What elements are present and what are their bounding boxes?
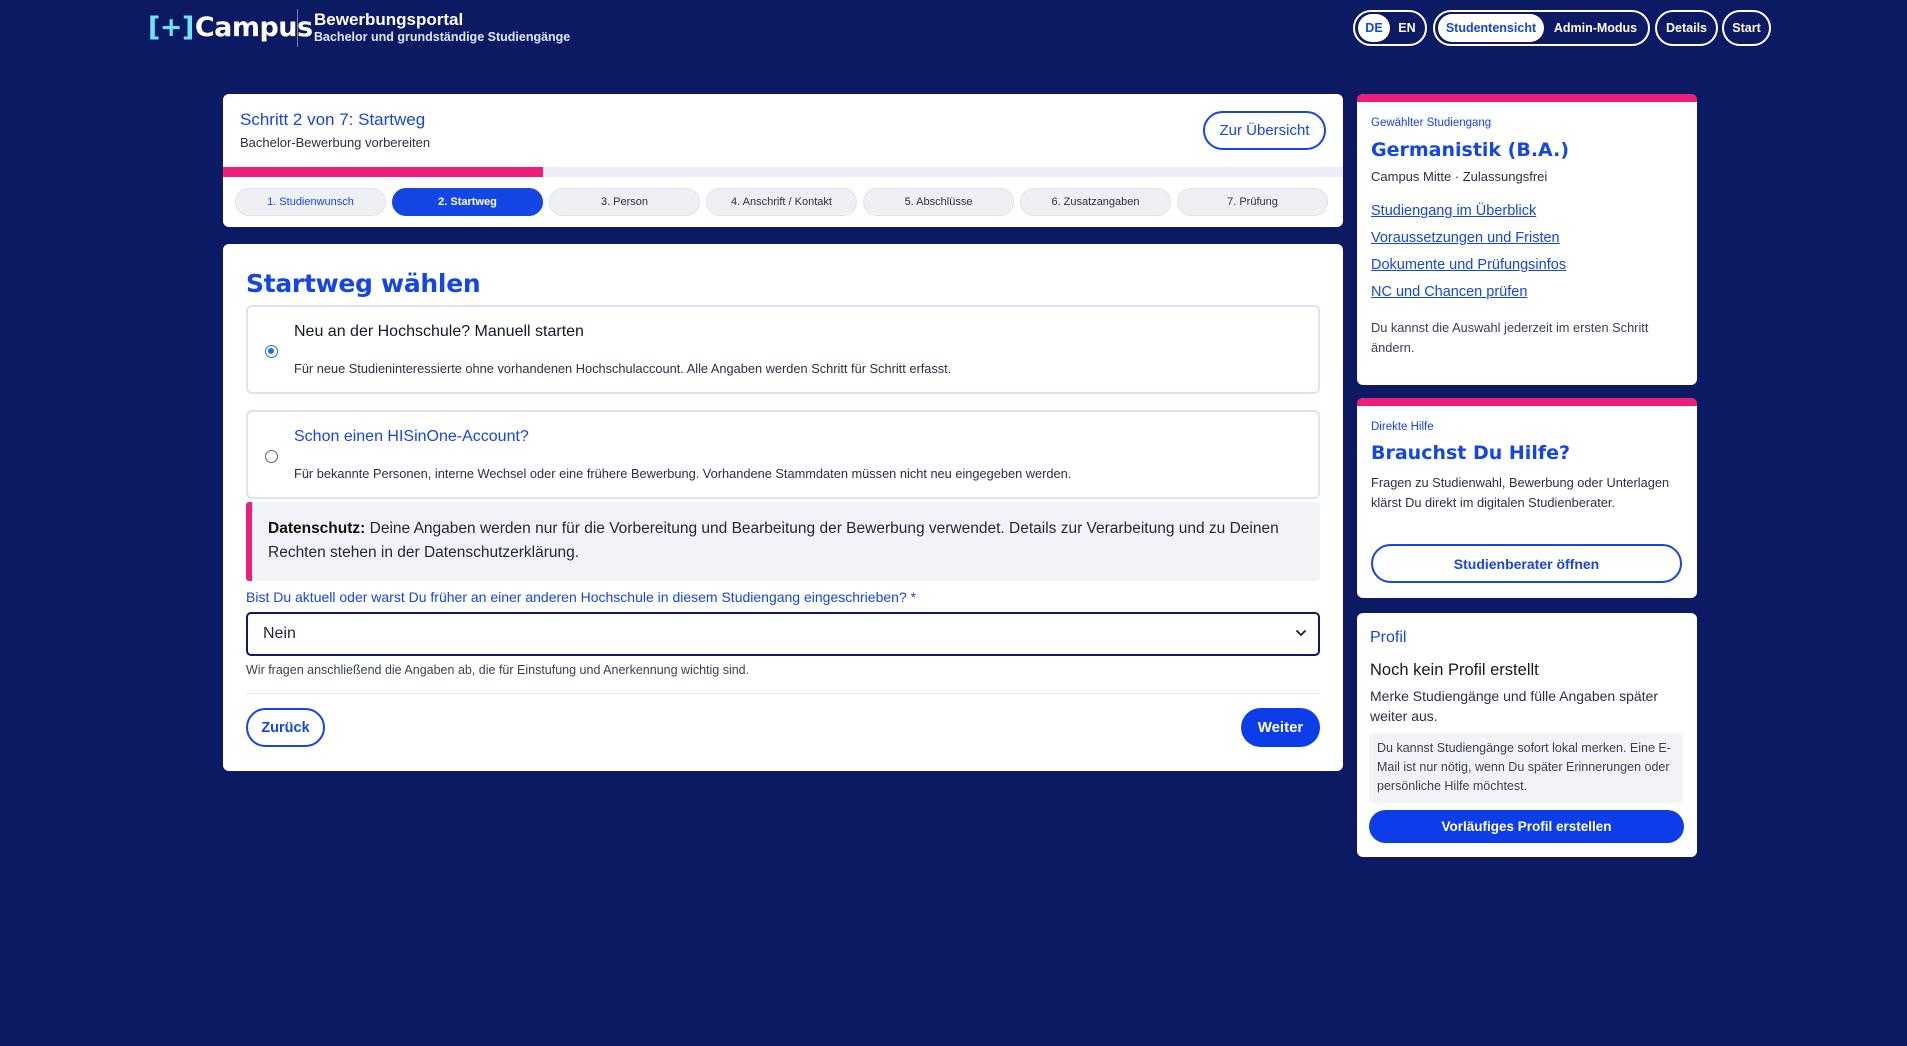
top-bar: [+] Campus Bewerbungsportal Bachelor und… [0, 0, 1907, 60]
step-tab-studienwunsch[interactable]: 1. Studienwunsch [235, 188, 386, 216]
selected-program-card: Gewählter Studiengang Germanistik (B.A.)… [1357, 94, 1697, 385]
details-button[interactable]: Details [1655, 10, 1718, 46]
step-tab-person[interactable]: 3. Person [549, 188, 700, 216]
radio-manual-start[interactable] [265, 345, 278, 358]
card-accent-bar [1357, 398, 1697, 406]
student-view-button[interactable]: Studentensicht [1438, 14, 1544, 42]
profile-title: Noch kein Profil erstellt [1370, 661, 1539, 679]
enrollment-hint: Wir fragen anschließend die Angaben ab, … [246, 663, 750, 677]
help-text: Fragen zu Studienwahl, Bewerbung oder Un… [1371, 475, 1670, 510]
profile-card: Profil Noch kein Profil erstellt Merke S… [1357, 613, 1697, 857]
logo-word: Campus [194, 12, 313, 43]
option-hisinone-account[interactable]: Schon einen HISinOne-Account? Für bekann… [246, 410, 1320, 499]
step-card: Schritt 2 von 7: Startweg Bachelor-Bewer… [223, 94, 1343, 227]
program-meta: Campus Mitte · Zulassungsfrei [1371, 169, 1548, 184]
step-tabs: 1. Studienwunsch 2. Startweg 3. Person 4… [235, 188, 1328, 216]
privacy-notice: Datenschutz: Deine Angaben werden nur fü… [246, 502, 1320, 581]
language-switch: DE EN [1353, 10, 1427, 46]
view-switch: Studentensicht Admin-Modus [1433, 10, 1650, 46]
program-note: Du kannst die Auswahl jederzeit im erste… [1371, 320, 1649, 355]
next-button[interactable]: Weiter [1241, 708, 1320, 747]
start-button[interactable]: Start [1722, 10, 1771, 46]
privacy-text: Deine Angaben werden nur für die Vorbere… [268, 520, 1279, 561]
link-nc-chances[interactable]: NC und Chancen prüfen [1371, 284, 1527, 300]
step-tab-zusatzangaben[interactable]: 6. Zusatzangaben [1020, 188, 1171, 216]
progress-fill [223, 167, 543, 177]
admin-mode-button[interactable]: Admin-Modus [1546, 14, 1645, 42]
step-tab-abschluesse[interactable]: 5. Abschlüsse [863, 188, 1014, 216]
step-subtitle: Bachelor-Bewerbung vorbereiten [240, 135, 431, 150]
logo-mark: [+] [148, 12, 194, 43]
help-card: Direkte Hilfe Brauchst Du Hilfe? Fragen … [1357, 398, 1697, 598]
link-documents-exam-info[interactable]: Dokumente und Prüfungsinfos [1371, 257, 1566, 273]
program-title: Germanistik (B.A.) [1371, 139, 1570, 161]
open-advisor-button[interactable]: Studienberater öffnen [1371, 544, 1682, 583]
enrollment-question-label: Bist Du aktuell oder warst Du früher an … [246, 589, 917, 605]
lang-en-button[interactable]: EN [1392, 14, 1422, 42]
option-title: Schon einen HISinOne-Account? [294, 428, 529, 445]
step-tab-startweg[interactable]: 2. Startweg [392, 188, 543, 216]
startweg-form-card: Startweg wählen Neu an der Hochschule? M… [223, 244, 1343, 771]
privacy-label: Datenschutz: [268, 520, 366, 537]
progress-bar [223, 167, 1343, 177]
form-heading: Startweg wählen [246, 269, 481, 298]
profile-info-box: Du kannst Studiengänge sofort lokal merk… [1369, 733, 1683, 803]
portal-subtitle: Bachelor und grundständige Studiengänge [314, 30, 571, 44]
create-profile-button[interactable]: Vorläufiges Profil erstellen [1369, 810, 1684, 843]
link-requirements-deadlines[interactable]: Voraussetzungen und Fristen [1371, 230, 1560, 246]
option-title: Neu an der Hochschule? Manuell starten [294, 323, 584, 340]
chevron-down-icon [1296, 630, 1306, 636]
header-divider [297, 9, 298, 47]
profile-text: Merke Studiengänge und fülle Angaben spä… [1370, 688, 1658, 724]
step-tab-pruefung[interactable]: 7. Prüfung [1177, 188, 1328, 216]
form-divider [246, 693, 1320, 694]
option-manual-start[interactable]: Neu an der Hochschule? Manuell starten F… [246, 305, 1320, 394]
back-button[interactable]: Zurück [246, 708, 325, 747]
program-kicker: Gewählter Studiengang [1371, 117, 1492, 129]
step-title: Schritt 2 von 7: Startweg [240, 110, 426, 129]
campus-logo[interactable]: [+] Campus [148, 12, 313, 43]
portal-title: Bewerbungsportal [314, 10, 464, 29]
help-kicker: Direkte Hilfe [1371, 421, 1434, 433]
overview-button[interactable]: Zur Übersicht [1203, 111, 1326, 150]
link-program-overview[interactable]: Studiengang im Überblick [1371, 203, 1536, 219]
enrollment-select[interactable]: Nein [246, 612, 1320, 656]
select-value: Nein [263, 625, 296, 642]
card-accent-bar [1357, 94, 1697, 102]
lang-de-button[interactable]: DE [1358, 14, 1390, 42]
option-description: Für bekannte Personen, interne Wechsel o… [294, 466, 1072, 481]
help-title: Brauchst Du Hilfe? [1371, 442, 1571, 464]
step-tab-anschrift-kontakt[interactable]: 4. Anschrift / Kontakt [706, 188, 857, 216]
option-description: Für neue Studieninteressierte ohne vorha… [294, 361, 952, 376]
profile-kicker: Profil [1370, 629, 1407, 646]
radio-hisinone-account[interactable] [265, 450, 278, 463]
